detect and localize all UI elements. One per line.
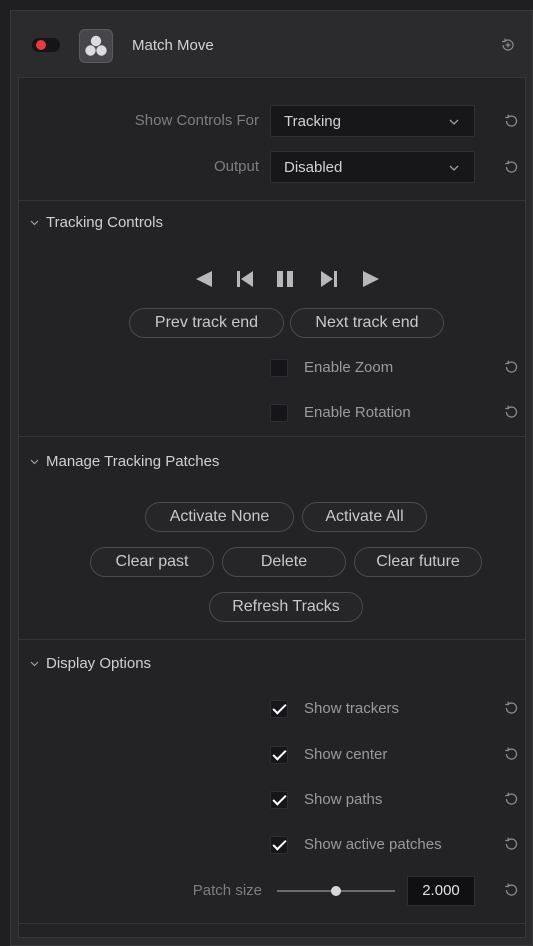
show-center-label: Show center <box>304 746 388 763</box>
chevron-down-icon <box>29 454 40 471</box>
pause-icon[interactable] <box>275 270 297 288</box>
reset-icon[interactable] <box>503 700 519 716</box>
show-trackers-label: Show trackers <box>304 700 400 717</box>
manage-patches-header[interactable]: Manage Tracking Patches <box>29 453 219 471</box>
show-controls-dropdown[interactable]: Tracking <box>270 105 475 137</box>
show-center-checkbox[interactable] <box>270 746 288 764</box>
enable-zoom-label: Enable Zoom <box>304 359 394 376</box>
display-options-title: Display Options <box>46 655 152 672</box>
reset-icon[interactable] <box>503 882 519 898</box>
chevron-down-icon <box>448 161 460 179</box>
show-paths-checkbox[interactable] <box>270 791 288 809</box>
clear-future-button[interactable]: Clear future <box>354 547 482 577</box>
output-dropdown[interactable]: Disabled <box>270 151 475 183</box>
tracking-transport <box>19 268 525 292</box>
reset-icon[interactable] <box>503 404 519 420</box>
show-active-patches-checkbox[interactable] <box>270 836 288 854</box>
refresh-tracks-button[interactable]: Refresh Tracks <box>209 592 363 622</box>
patch-size-label: Patch size <box>192 882 262 899</box>
show-active-patches-label: Show active patches <box>304 836 442 853</box>
effect-header: Match Move <box>11 11 532 77</box>
output-label: Output <box>213 158 259 175</box>
show-paths-label: Show paths <box>304 791 383 808</box>
reset-icon[interactable] <box>503 836 519 852</box>
patch-size-field[interactable]: 2.000 <box>407 876 475 906</box>
delete-button[interactable]: Delete <box>222 547 346 577</box>
chevron-down-icon <box>448 115 460 133</box>
activate-none-button[interactable]: Activate None <box>145 502 294 532</box>
reset-icon[interactable] <box>503 113 519 129</box>
reset-icon[interactable] <box>503 746 519 762</box>
track-forward-icon[interactable] <box>361 270 383 288</box>
show-controls-value: Tracking <box>284 113 341 130</box>
match-move-panel: Match Move Show Controls For Tracking Ou… <box>10 10 533 946</box>
patch-size-slider-knob[interactable] <box>331 886 341 896</box>
output-value: Disabled <box>284 159 343 176</box>
reset-icon[interactable] <box>503 159 519 175</box>
reset-icon[interactable] <box>503 791 519 807</box>
step-forward-icon[interactable] <box>319 270 339 288</box>
enable-zoom-checkbox[interactable] <box>270 359 288 377</box>
show-controls-label: Show Controls For <box>134 112 259 129</box>
effect-title: Match Move <box>132 37 214 54</box>
davinci-resolve-icon <box>79 29 113 63</box>
display-options-header[interactable]: Display Options <box>29 655 151 673</box>
manage-patches-title: Manage Tracking Patches <box>46 453 220 470</box>
activate-all-button[interactable]: Activate All <box>302 502 427 532</box>
reset-all-icon[interactable] <box>500 37 516 53</box>
reset-icon[interactable] <box>503 359 519 375</box>
show-trackers-checkbox[interactable] <box>270 700 288 718</box>
track-reverse-icon[interactable] <box>192 270 214 288</box>
tracking-controls-title: Tracking Controls <box>46 214 163 231</box>
enable-rotation-checkbox[interactable] <box>270 404 288 422</box>
inspector-body: Show Controls For Tracking Output Disabl… <box>18 77 526 938</box>
step-back-icon[interactable] <box>235 270 255 288</box>
next-track-end-button[interactable]: Next track end <box>290 308 444 338</box>
tracking-controls-header[interactable]: Tracking Controls <box>29 214 163 232</box>
prev-track-end-button[interactable]: Prev track end <box>129 308 284 338</box>
clear-past-button[interactable]: Clear past <box>90 547 214 577</box>
chevron-down-icon <box>29 215 40 232</box>
effect-enable-toggle[interactable] <box>32 38 60 52</box>
chevron-down-icon <box>29 656 40 673</box>
enable-rotation-label: Enable Rotation <box>304 404 411 421</box>
